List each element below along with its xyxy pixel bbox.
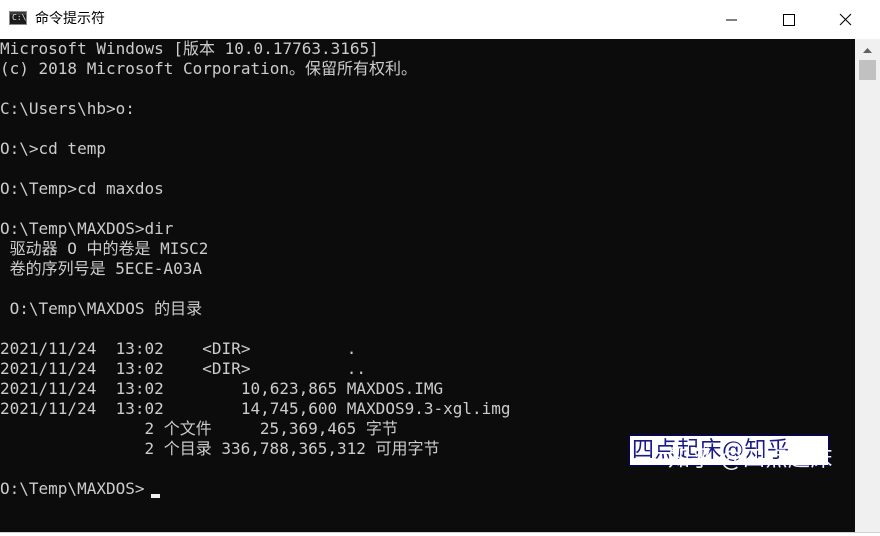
scroll-up-arrow-icon[interactable] [859,45,876,57]
console-line: 驱动器 O 中的卷是 MISC2 [0,239,209,258]
minimize-button[interactable] [702,0,760,39]
console-line: 2021/11/24 13:02 <DIR> . [0,339,357,358]
console-line: 卷的序列号是 5ECE-A03A [0,259,202,278]
console-line: O:\>cd temp [0,139,106,158]
console-line: 2 个文件 25,369,465 字节 [0,419,398,438]
title-bar[interactable]: C:\ 命令提示符 [0,0,880,39]
console-line: 2021/11/24 13:02 <DIR> .. [0,359,367,378]
close-button[interactable] [818,0,880,39]
console-line: 2021/11/24 13:02 14,745,600 MAXDOS9.3-xg… [0,399,511,418]
maximize-button[interactable] [760,0,818,39]
console-line: 2021/11/24 13:02 10,623,865 MAXDOS.IMG [0,379,444,398]
window-bottom-edge [0,532,880,536]
vertical-scrollbar[interactable] [855,39,880,532]
console-line: Microsoft Windows [版本 10.0.17763.3165] [0,39,379,58]
console-line: C:\Users\hb>o: [0,99,135,118]
window-title: 命令提示符 [35,11,105,27]
console-line: O:\Temp>cd maxdos [0,179,164,198]
scroll-thumb[interactable] [859,60,876,80]
maximize-icon [783,14,795,26]
console-prompt: O:\Temp\MAXDOS> [0,479,145,498]
text-cursor [151,494,160,498]
minimize-icon [726,19,737,21]
console-line: (c) 2018 Microsoft Corporation。保留所有权利。 [0,59,417,78]
zhihu-watermark: 知乎 @四点起床 [668,447,833,472]
close-icon [839,13,852,26]
console-line: O:\Temp\MAXDOS 的目录 [0,299,203,318]
console-line: 2 个目录 336,788,365,312 可用字节 [0,439,440,458]
console-line: O:\Temp\MAXDOS>dir [0,219,174,238]
cmd-icon[interactable]: C:\ [9,11,27,25]
